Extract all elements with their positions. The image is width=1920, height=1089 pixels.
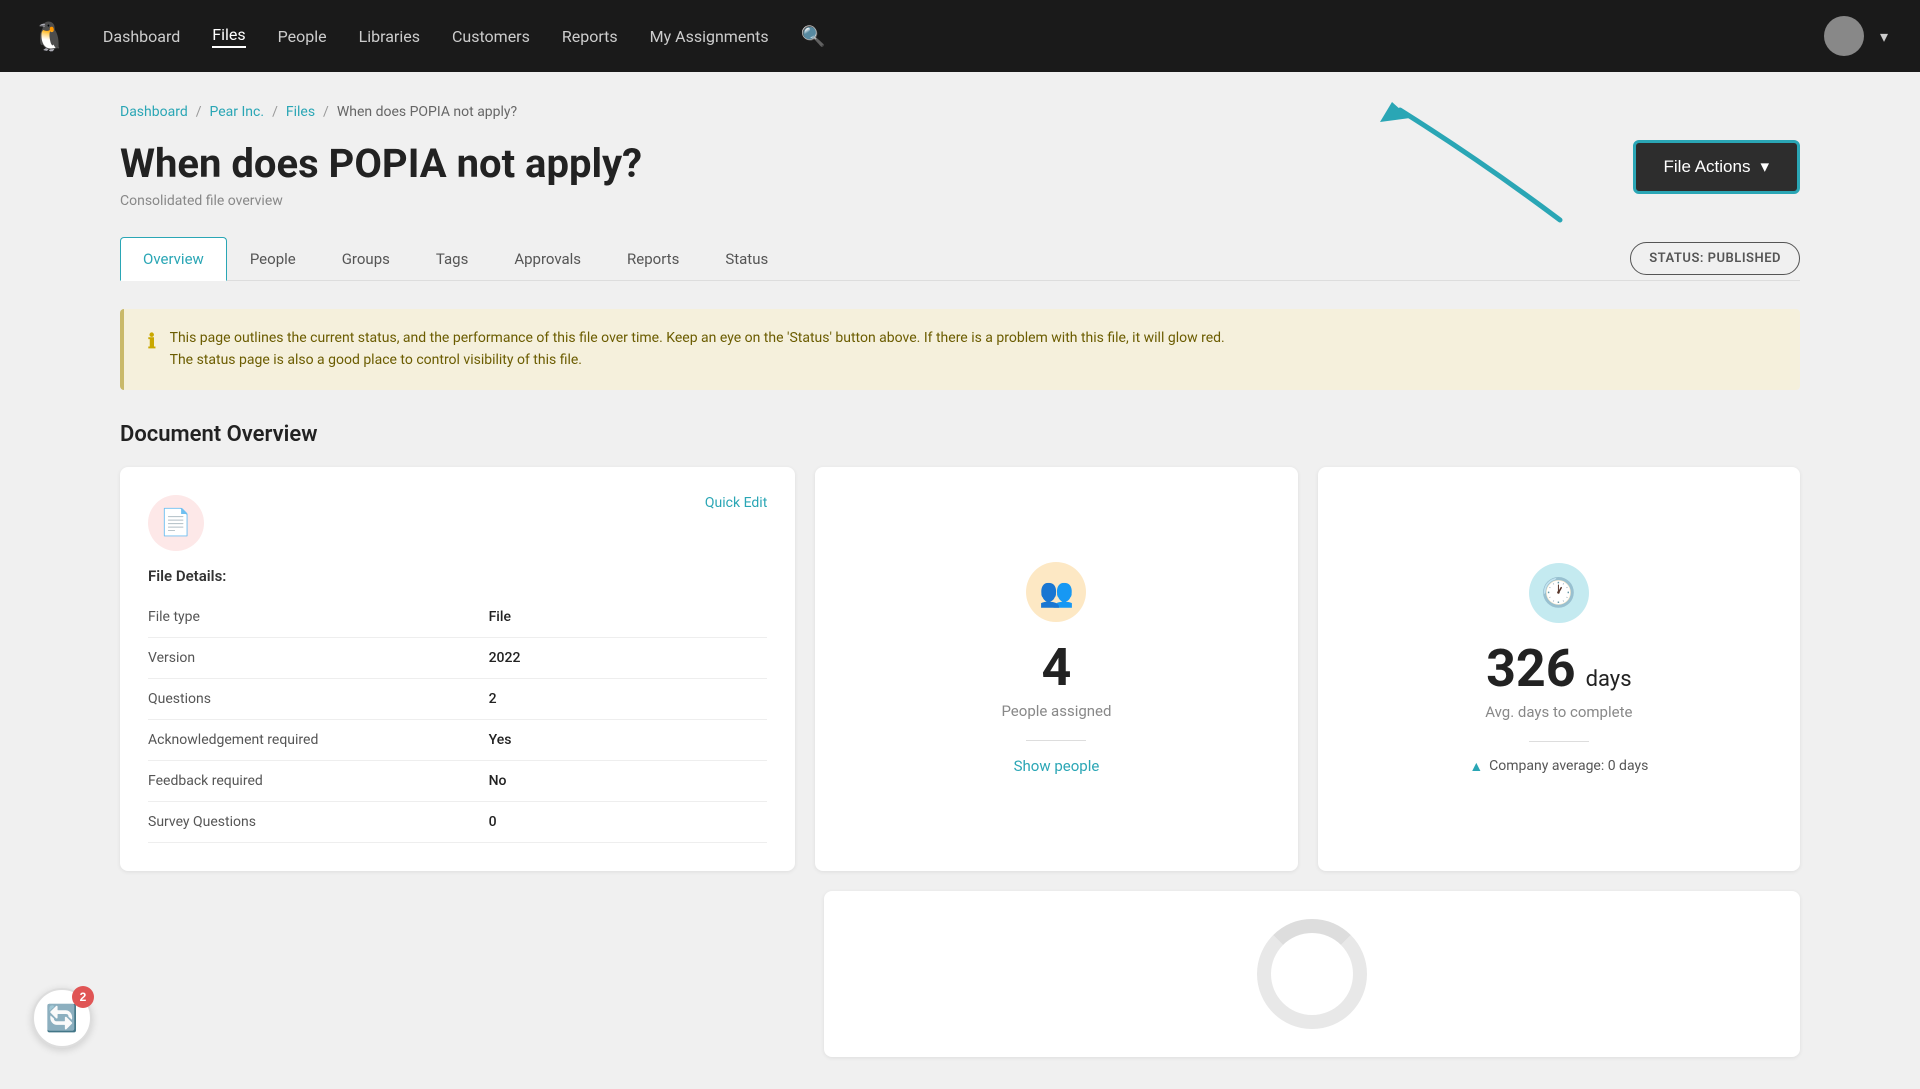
notification-area: 🔄 2 [32,988,92,1048]
quick-edit-link[interactable]: Quick Edit [705,495,767,511]
breadcrumb-dashboard[interactable]: Dashboard [120,104,188,120]
page-title: When does POPIA not apply? [120,140,642,187]
notification-badge: 2 [72,986,94,1008]
company-avg: ▲ Company average: 0 days [1469,758,1648,775]
version-value: 2022 [489,637,768,678]
breadcrumb: Dashboard / Pear Inc. / Files / When doe… [120,104,1800,120]
nav-left: 🐧 Dashboard Files People Libraries Custo… [32,20,826,53]
nav-link-dashboard[interactable]: Dashboard [103,27,180,46]
header-action-area: File Actions ▾ [1633,140,1800,194]
info-text: This page outlines the current status, a… [170,327,1225,372]
survey-questions-label: Survey Questions [148,801,489,842]
table-row: Questions 2 [148,678,767,719]
nav-links: Dashboard Files People Libraries Custome… [103,24,826,48]
show-people-link[interactable]: Show people [1014,757,1100,775]
info-text-line1: This page outlines the current status, a… [170,330,1225,346]
nav-link-my-assignments[interactable]: My Assignments [650,27,769,46]
tab-status[interactable]: Status [702,237,791,281]
tab-approvals[interactable]: Approvals [491,237,604,281]
nav-link-files[interactable]: Files [212,25,245,48]
notification-button[interactable]: 🔄 2 [32,988,92,1048]
page-header: When does POPIA not apply? Consolidated … [120,140,1800,209]
search-icon[interactable]: 🔍 [801,24,826,48]
table-row: Version 2022 [148,637,767,678]
questions-value: 2 [489,678,768,719]
version-label: Version [148,637,489,678]
questions-label: Questions [148,678,489,719]
avg-days-label: Avg. days to complete [1485,703,1632,721]
nav-link-reports[interactable]: Reports [562,27,618,46]
feedback-required-value: No [489,760,768,801]
file-actions-button[interactable]: File Actions ▾ [1633,140,1800,194]
file-type-label: File type [148,597,489,638]
breadcrumb-current: When does POPIA not apply? [337,104,517,120]
file-actions-chevron-icon: ▾ [1760,157,1769,177]
nav-link-people[interactable]: People [278,27,327,46]
donut-chart [1257,919,1367,1029]
chevron-down-icon[interactable]: ▾ [1880,27,1888,46]
ack-required-value: Yes [489,719,768,760]
avg-days-card: 🕐 326 days Avg. days to complete ▲ Compa… [1318,467,1800,871]
avatar[interactable] [1824,16,1864,56]
info-text-line2: The status page is also a good place to … [170,352,582,368]
breadcrumb-pear-inc[interactable]: Pear Inc. [210,104,265,120]
table-row: File type File [148,597,767,638]
people-assigned-label: People assigned [1001,702,1111,720]
info-banner: ℹ This page outlines the current status,… [120,309,1800,390]
navbar: 🐧 Dashboard Files People Libraries Custo… [0,0,1920,72]
company-avg-text: Company average: 0 days [1489,758,1648,774]
status-badge: STATUS: PUBLISHED [1630,242,1800,275]
tab-reports[interactable]: Reports [604,237,702,281]
stat-divider [1026,740,1086,741]
people-icon: 👥 [1039,576,1074,609]
table-row: Acknowledgement required Yes [148,719,767,760]
people-assigned-card: 👥 4 People assigned Show people [815,467,1297,871]
tabs-row: Overview People Groups Tags Approvals Re… [120,237,1800,281]
tab-people[interactable]: People [227,237,319,281]
file-details-card: 📄 Quick Edit File Details: File type Fil… [120,467,795,871]
breadcrumb-sep-3: / [323,104,329,120]
table-row: Feedback required No [148,760,767,801]
file-icon-area: 📄 [148,495,204,551]
breadcrumb-files[interactable]: Files [286,104,315,120]
tabs: Overview People Groups Tags Approvals Re… [120,237,791,280]
people-assigned-number: 4 [1042,642,1072,694]
feedback-required-label: Feedback required [148,760,489,801]
tab-tags[interactable]: Tags [413,237,491,281]
section-title-document-overview: Document Overview [120,422,1800,447]
page-subtitle: Consolidated file overview [120,193,642,209]
notification-icon: 🔄 [46,1003,78,1034]
breadcrumb-sep-1: / [196,104,202,120]
file-document-icon: 📄 [160,508,192,538]
breadcrumb-sep-2: / [272,104,278,120]
file-details-table: File type File Version 2022 Questions 2 … [148,597,767,843]
table-row: Survey Questions 0 [148,801,767,842]
file-type-value: File [489,597,768,638]
file-icon-wrap: 📄 [148,495,204,551]
main-content: Dashboard / Pear Inc. / Files / When doe… [0,72,1920,1089]
stat-divider-2 [1529,741,1589,742]
ack-required-label: Acknowledgement required [148,719,489,760]
survey-questions-value: 0 [489,801,768,842]
nav-logo: 🐧 [32,20,67,53]
clock-icon-wrap: 🕐 [1529,563,1589,623]
bottom-stats-card [824,891,1800,1057]
nav-link-libraries[interactable]: Libraries [359,27,420,46]
nav-link-customers[interactable]: Customers [452,27,530,46]
tab-groups[interactable]: Groups [319,237,413,281]
nav-right: ▾ [1824,16,1888,56]
page-title-section: When does POPIA not apply? Consolidated … [120,140,642,209]
people-icon-wrap: 👥 [1026,562,1086,622]
clock-icon: 🕐 [1541,576,1576,609]
avg-days-unit: days [1586,667,1632,692]
trend-up-icon: ▲ [1469,758,1483,775]
cards-row: 📄 Quick Edit File Details: File type Fil… [120,467,1800,871]
file-details-title: File Details: [148,567,767,585]
file-actions-label: File Actions [1664,157,1751,177]
tab-overview[interactable]: Overview [120,237,227,281]
info-icon: ℹ [148,329,156,372]
avg-days-number: 326 [1486,643,1576,695]
